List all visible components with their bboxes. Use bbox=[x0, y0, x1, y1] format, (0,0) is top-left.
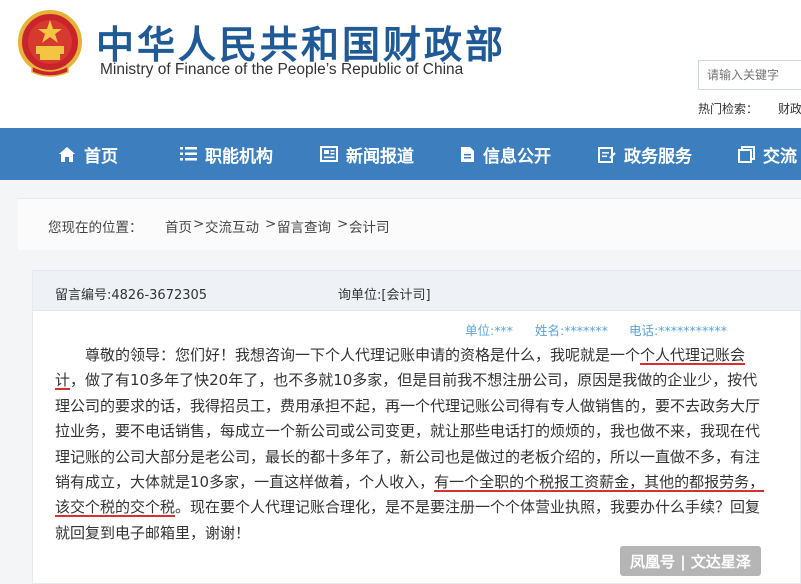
breadcrumb-separator: > bbox=[193, 216, 205, 232]
message-recipient: 询单位:[会计司] bbox=[338, 288, 431, 303]
national-emblem-icon bbox=[18, 10, 82, 77]
nav-item-news[interactable]: 新闻报道 bbox=[320, 128, 414, 180]
breadcrumb-item-query[interactable]: 留言查询 bbox=[277, 216, 331, 236]
source-watermark: 凤凰号 | 文达星泽 bbox=[620, 546, 761, 576]
nav-item-label: 职能机构 bbox=[205, 146, 273, 167]
message-text: 尊敬的领导：您们好！我想咨询一下个人代理记账申请的资格是什么，我呢就是一个 bbox=[85, 346, 641, 364]
breadcrumb-separator: > bbox=[265, 216, 277, 232]
document-icon bbox=[461, 146, 474, 162]
list-icon bbox=[180, 147, 197, 161]
breadcrumb-item-interaction[interactable]: 交流互动 bbox=[205, 216, 259, 236]
breadcrumb-separator: > bbox=[337, 216, 349, 232]
breadcrumb-label: 您现在的位置： bbox=[48, 220, 143, 236]
message-name: 姓名:******* bbox=[535, 323, 608, 338]
nav-item-home[interactable]: 首页 bbox=[58, 128, 118, 180]
main-nav: 首页 职能机构 新闻报道 信息公开 政务服务 交流 bbox=[0, 128, 801, 180]
hot-search-link[interactable]: 财政 bbox=[778, 100, 801, 117]
message-number: 留言编号:4826-3672305 bbox=[55, 288, 208, 303]
nav-item-functions[interactable]: 职能机构 bbox=[180, 128, 273, 180]
message-phone: 电话:*********** bbox=[629, 323, 727, 338]
nav-item-services[interactable]: 政务服务 bbox=[598, 128, 692, 180]
hot-search-label: 热门检索： bbox=[698, 102, 759, 116]
nav-item-label: 交流 bbox=[763, 146, 797, 167]
breadcrumb-item-home[interactable]: 首页 bbox=[165, 216, 192, 236]
nav-item-label: 信息公开 bbox=[483, 146, 551, 167]
nav-item-disclosure[interactable]: 信息公开 bbox=[460, 128, 551, 180]
home-icon bbox=[59, 146, 75, 162]
search-input[interactable] bbox=[698, 60, 801, 90]
nav-item-label: 政务服务 bbox=[624, 146, 692, 167]
service-icon bbox=[598, 146, 616, 163]
newspaper-icon bbox=[320, 146, 338, 162]
site-header: 中华人民共和国财政部 Ministry of Finance of the Pe… bbox=[0, 0, 801, 128]
nav-item-interaction[interactable]: 交流 bbox=[738, 128, 797, 180]
nav-item-label: 新闻报道 bbox=[346, 146, 414, 167]
message-header: 留言编号:4826-3672305 询单位:[会计司] bbox=[33, 271, 801, 311]
breadcrumb: 您现在的位置： 首页 > 交流互动 > 留言查询 > 会计司 bbox=[18, 198, 801, 250]
message-panel: 留言编号:4826-3672305 询单位:[会计司] 单位:*** 姓名:**… bbox=[32, 270, 801, 584]
copy-icon bbox=[738, 145, 755, 163]
message-unit: 单位:*** bbox=[465, 323, 513, 338]
message-body: 尊敬的领导：您们好！我想咨询一下个人代理记账申请的资格是什么，我呢就是一个个人代… bbox=[55, 343, 765, 546]
site-subtitle: Ministry of Finance of the People’s Repu… bbox=[100, 61, 464, 78]
breadcrumb-item-accounting[interactable]: 会计司 bbox=[349, 216, 390, 236]
nav-item-label: 首页 bbox=[84, 146, 118, 167]
